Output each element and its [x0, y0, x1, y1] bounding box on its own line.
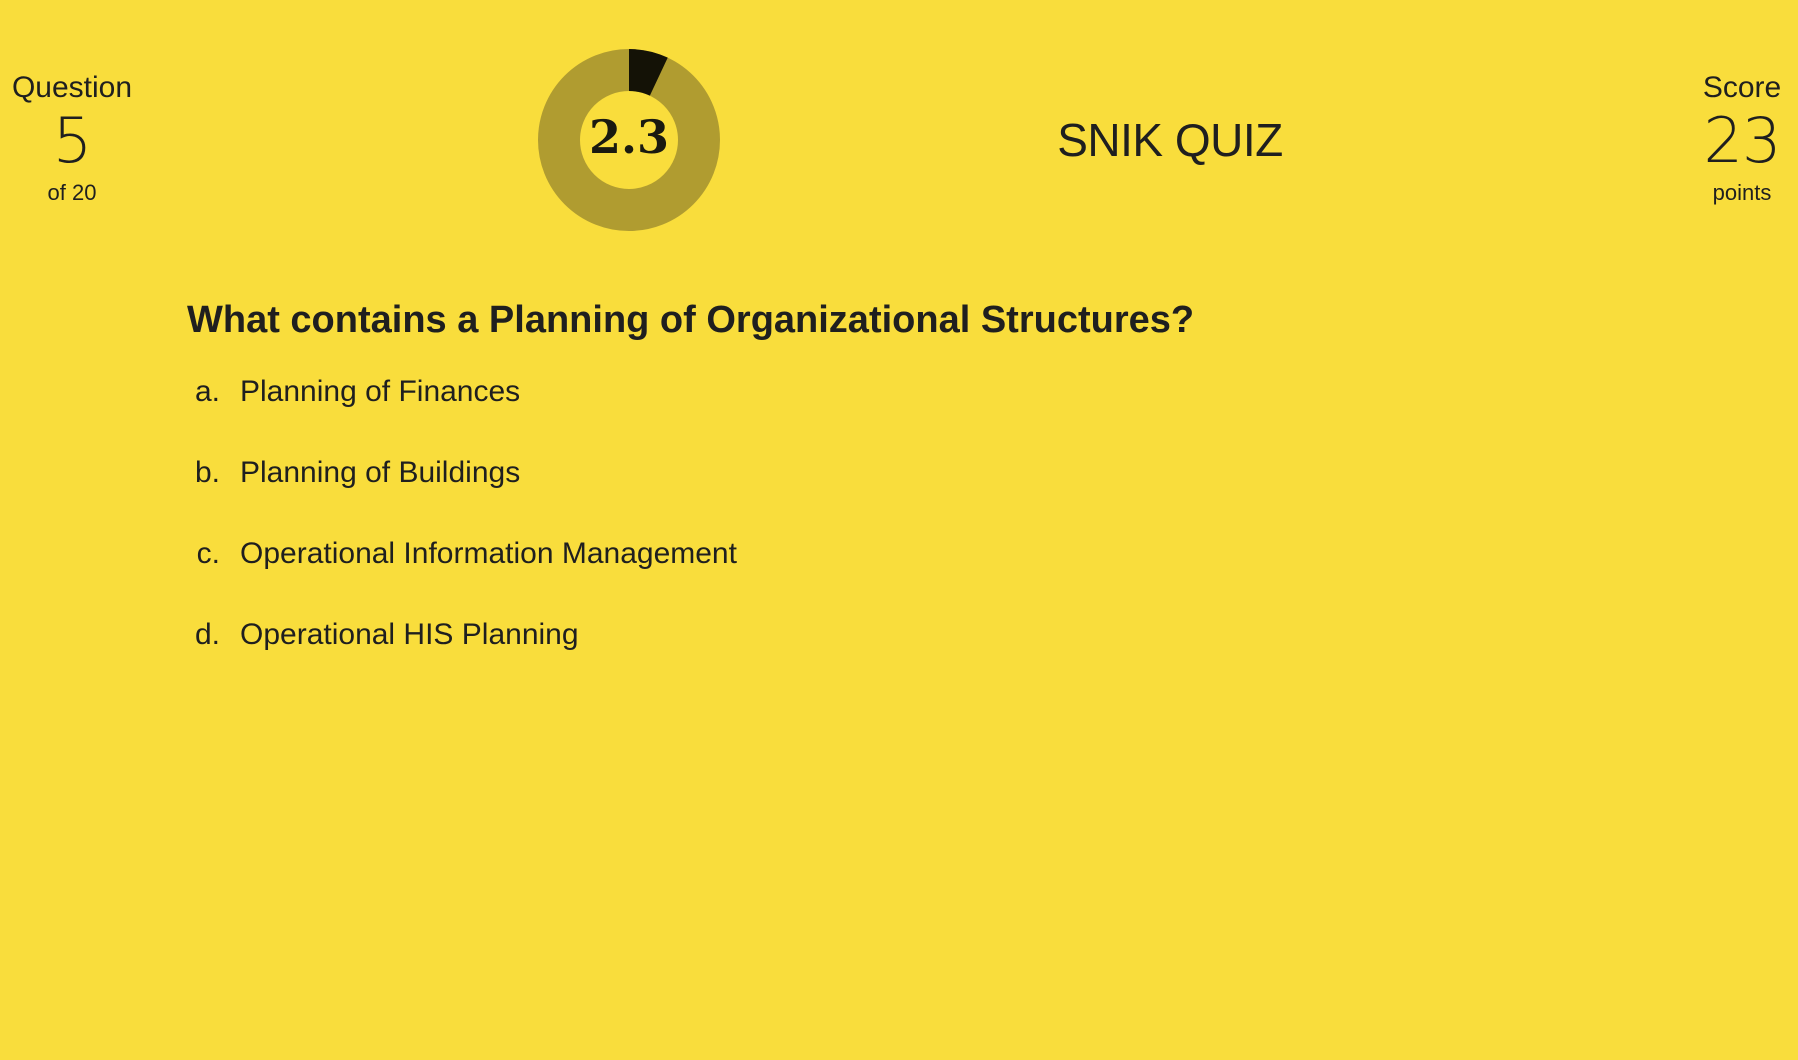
- answer-letter: b.: [194, 456, 220, 489]
- answer-option-a[interactable]: a. Planning of Finances: [180, 375, 737, 456]
- score-unit: points: [1712, 180, 1772, 205]
- question-counter-total: of 20: [47, 180, 97, 205]
- score-counter: Score 23 points: [1662, 70, 1798, 208]
- score-value: 23: [1703, 104, 1782, 177]
- answer-text: Planning of Finances: [240, 375, 521, 408]
- timer-donut: 2.3: [538, 49, 720, 231]
- app-title: SNIK QUIZ: [1057, 114, 1283, 166]
- score-label: Score: [1702, 71, 1782, 104]
- question-counter-current: 5: [52, 104, 92, 177]
- answer-letter: d.: [194, 618, 220, 651]
- question-counter: Question 5 of 20: [0, 70, 152, 208]
- answer-option-d[interactable]: d. Operational HIS Planning: [180, 618, 737, 699]
- answer-letter: a.: [194, 375, 220, 408]
- answer-text: Operational HIS Planning: [240, 618, 579, 651]
- answer-option-b[interactable]: b. Planning of Buildings: [180, 456, 737, 537]
- answer-text: Operational Information Management: [240, 537, 737, 570]
- question-text: What contains a Planning of Organization…: [187, 299, 1195, 341]
- answer-option-c[interactable]: c. Operational Information Management: [180, 537, 737, 618]
- timer-value: 2.3: [588, 110, 670, 164]
- quiz-page: Question 5 of 20 2.3 SNIK QUIZ Score 23 …: [0, 0, 1798, 1060]
- answer-text: Planning of Buildings: [240, 456, 521, 489]
- question-counter-label: Question: [11, 71, 133, 104]
- answer-list: a. Planning of Finances b. Planning of B…: [180, 375, 737, 699]
- answer-letter: c.: [196, 537, 220, 570]
